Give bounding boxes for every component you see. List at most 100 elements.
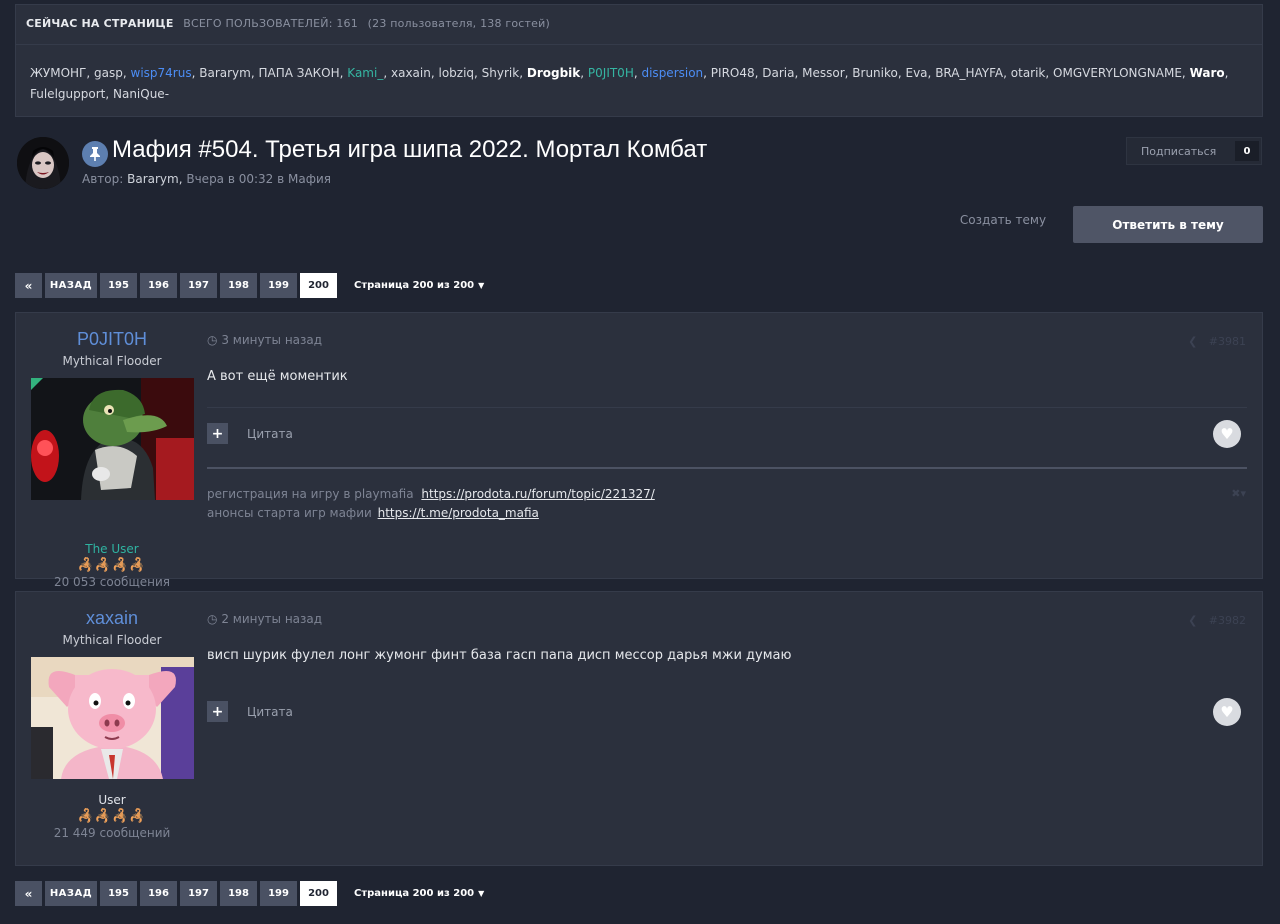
online-user-link[interactable]: Messor (802, 66, 845, 80)
online-user-link[interactable]: otarik (1011, 66, 1046, 80)
post-author-name[interactable]: P0JIT0H (16, 329, 208, 350)
online-user-link[interactable]: NaniQue- (113, 87, 169, 101)
post-number: #3982 (1208, 614, 1246, 627)
signature-line-1-text: регистрация на игру в playmafia (207, 487, 414, 501)
reply-to-topic-button[interactable]: Ответить в тему (1073, 206, 1263, 243)
plus-icon: + (211, 703, 224, 720)
online-users-list: ЖУМОНГ, gasp, wisp74rus, Bararym, ПАПА З… (16, 45, 1262, 105)
subscribe-button[interactable]: Подписаться 0 (1126, 137, 1262, 165)
author-avatar[interactable] (30, 378, 194, 500)
author-post-count[interactable]: 20 053 сообщения (16, 575, 208, 589)
page-info: Страница 200 из 200 (354, 280, 475, 291)
post-time: 3 минуты назад (221, 333, 323, 347)
online-user-link[interactable]: Kami_ (347, 66, 383, 80)
separator: , (474, 66, 482, 80)
clock-icon: ◷ (207, 333, 218, 347)
signature-divider (207, 467, 1247, 469)
post-author-panel: P0JIT0H Mythical Flooder The User 🦂🦂🦂🦂 2… (16, 313, 208, 589)
author-badges: 🦂🦂🦂🦂 (77, 558, 147, 573)
topic-author-link[interactable]: Bararym, (127, 172, 182, 186)
quote-button[interactable]: Цитата (247, 705, 293, 719)
topic-author-avatar[interactable] (17, 137, 69, 189)
page-196[interactable]: 196 (140, 273, 177, 298)
post-timestamp[interactable]: ◷ 2 минуты назад (207, 612, 322, 626)
signature-link-telegram[interactable]: https://t.me/prodota_mafia (378, 506, 539, 520)
first-page-button[interactable]: « (15, 273, 42, 298)
online-status-indicator (30, 378, 43, 390)
online-user-link[interactable]: Daria (762, 66, 794, 80)
online-user-link[interactable]: ЖУМОНГ (30, 66, 86, 80)
page-196[interactable]: 196 (140, 881, 177, 906)
reaction-button[interactable]: ♥ (1213, 420, 1241, 448)
post-share-link[interactable]: ❮ #3981 (1188, 335, 1246, 348)
online-user-link[interactable]: BRA_HAYFA (935, 66, 1003, 80)
post-content: А вот ещё моментик (207, 369, 348, 384)
share-icon: ❮ (1188, 335, 1198, 348)
online-user-link[interactable]: PIRO48 (711, 66, 755, 80)
share-icon: ❮ (1188, 614, 1198, 627)
online-user-link[interactable]: lobziq (438, 66, 474, 80)
topic-date: Вчера в 00:32 в Мафия (186, 172, 332, 186)
online-user-link[interactable]: Drogbik (527, 66, 580, 80)
page-197[interactable]: 197 (180, 881, 217, 906)
online-users-header: Сейчас на странице Всего пользователей: … (16, 5, 1262, 45)
quote-button[interactable]: Цитата (247, 427, 293, 441)
post-author-name[interactable]: xaxain (16, 608, 208, 629)
post-share-link[interactable]: ❮ #3982 (1188, 614, 1246, 627)
separator: , (1224, 66, 1229, 80)
post-signature: регистрация на игру в playmafia https://… (207, 485, 655, 523)
page-199[interactable]: 199 (260, 881, 297, 906)
hide-signature-close-icon[interactable]: ✖▾ (1231, 487, 1246, 500)
signature-link-registration[interactable]: https://prodota.ru/forum/topic/221327/ (421, 487, 654, 501)
pin-icon (82, 141, 108, 167)
page-jump-dropdown[interactable]: Страница 200 из 200 ▼ (354, 280, 484, 291)
separator: , (703, 66, 711, 80)
page-198[interactable]: 198 (220, 881, 257, 906)
signature-line-2-text: анонсы старта игр мафии (207, 506, 372, 520)
online-user-link[interactable]: wisp74rus (131, 66, 192, 80)
online-user-link[interactable]: dispersion (641, 66, 703, 80)
online-user-link[interactable]: xaxain (391, 66, 431, 80)
page-jump-dropdown[interactable]: Страница 200 из 200 ▼ (354, 888, 484, 899)
online-user-link[interactable]: Shyrik (482, 66, 520, 80)
page-198[interactable]: 198 (220, 273, 257, 298)
online-user-link[interactable]: Waro (1190, 66, 1225, 80)
page-200-current[interactable]: 200 (300, 273, 337, 298)
online-users-panel: Сейчас на странице Всего пользователей: … (15, 4, 1263, 117)
online-user-link[interactable]: Fulelgupport (30, 87, 105, 101)
separator: , (383, 66, 391, 80)
page-195[interactable]: 195 (100, 273, 137, 298)
multiquote-plus-button[interactable]: + (207, 423, 228, 444)
multiquote-plus-button[interactable]: + (207, 701, 228, 722)
post-time: 2 минуты назад (221, 612, 323, 626)
online-user-link[interactable]: Bruniko (852, 66, 898, 80)
separator: , (580, 66, 588, 80)
separator: , (794, 66, 803, 80)
first-page-button[interactable]: « (15, 881, 42, 906)
previous-page-button[interactable]: НАЗАД (45, 273, 97, 298)
online-user-link[interactable]: P0JIT0H (588, 66, 634, 80)
author-avatar[interactable] (30, 657, 194, 779)
reaction-button[interactable]: ♥ (1213, 698, 1241, 726)
separator: , (105, 87, 113, 101)
online-user-link[interactable]: Bararym (199, 66, 251, 80)
page-195[interactable]: 195 (100, 881, 137, 906)
online-user-link[interactable]: OMGVERYLONGNAME (1053, 66, 1182, 80)
separator: , (1003, 66, 1011, 80)
page-199[interactable]: 199 (260, 273, 297, 298)
pagination-top: « НАЗАД 195 196 197 198 199 200 Страница… (15, 273, 484, 298)
separator: , (1181, 66, 1190, 80)
separator: , (122, 66, 131, 80)
online-user-link[interactable]: gasp (94, 66, 123, 80)
plus-icon: + (211, 425, 224, 442)
page-200-current[interactable]: 200 (300, 881, 337, 906)
post-timestamp[interactable]: ◷ 3 минуты назад (207, 333, 322, 347)
heart-icon: ♥ (1220, 425, 1234, 443)
heart-icon: ♥ (1220, 703, 1234, 721)
online-user-link[interactable]: Eva (906, 66, 928, 80)
page-197[interactable]: 197 (180, 273, 217, 298)
create-topic-link[interactable]: Создать тему (946, 213, 1060, 227)
online-user-link[interactable]: ПАПА ЗАКОН (258, 66, 339, 80)
previous-page-button[interactable]: НАЗАД (45, 881, 97, 906)
author-post-count[interactable]: 21 449 сообщений (16, 826, 208, 840)
